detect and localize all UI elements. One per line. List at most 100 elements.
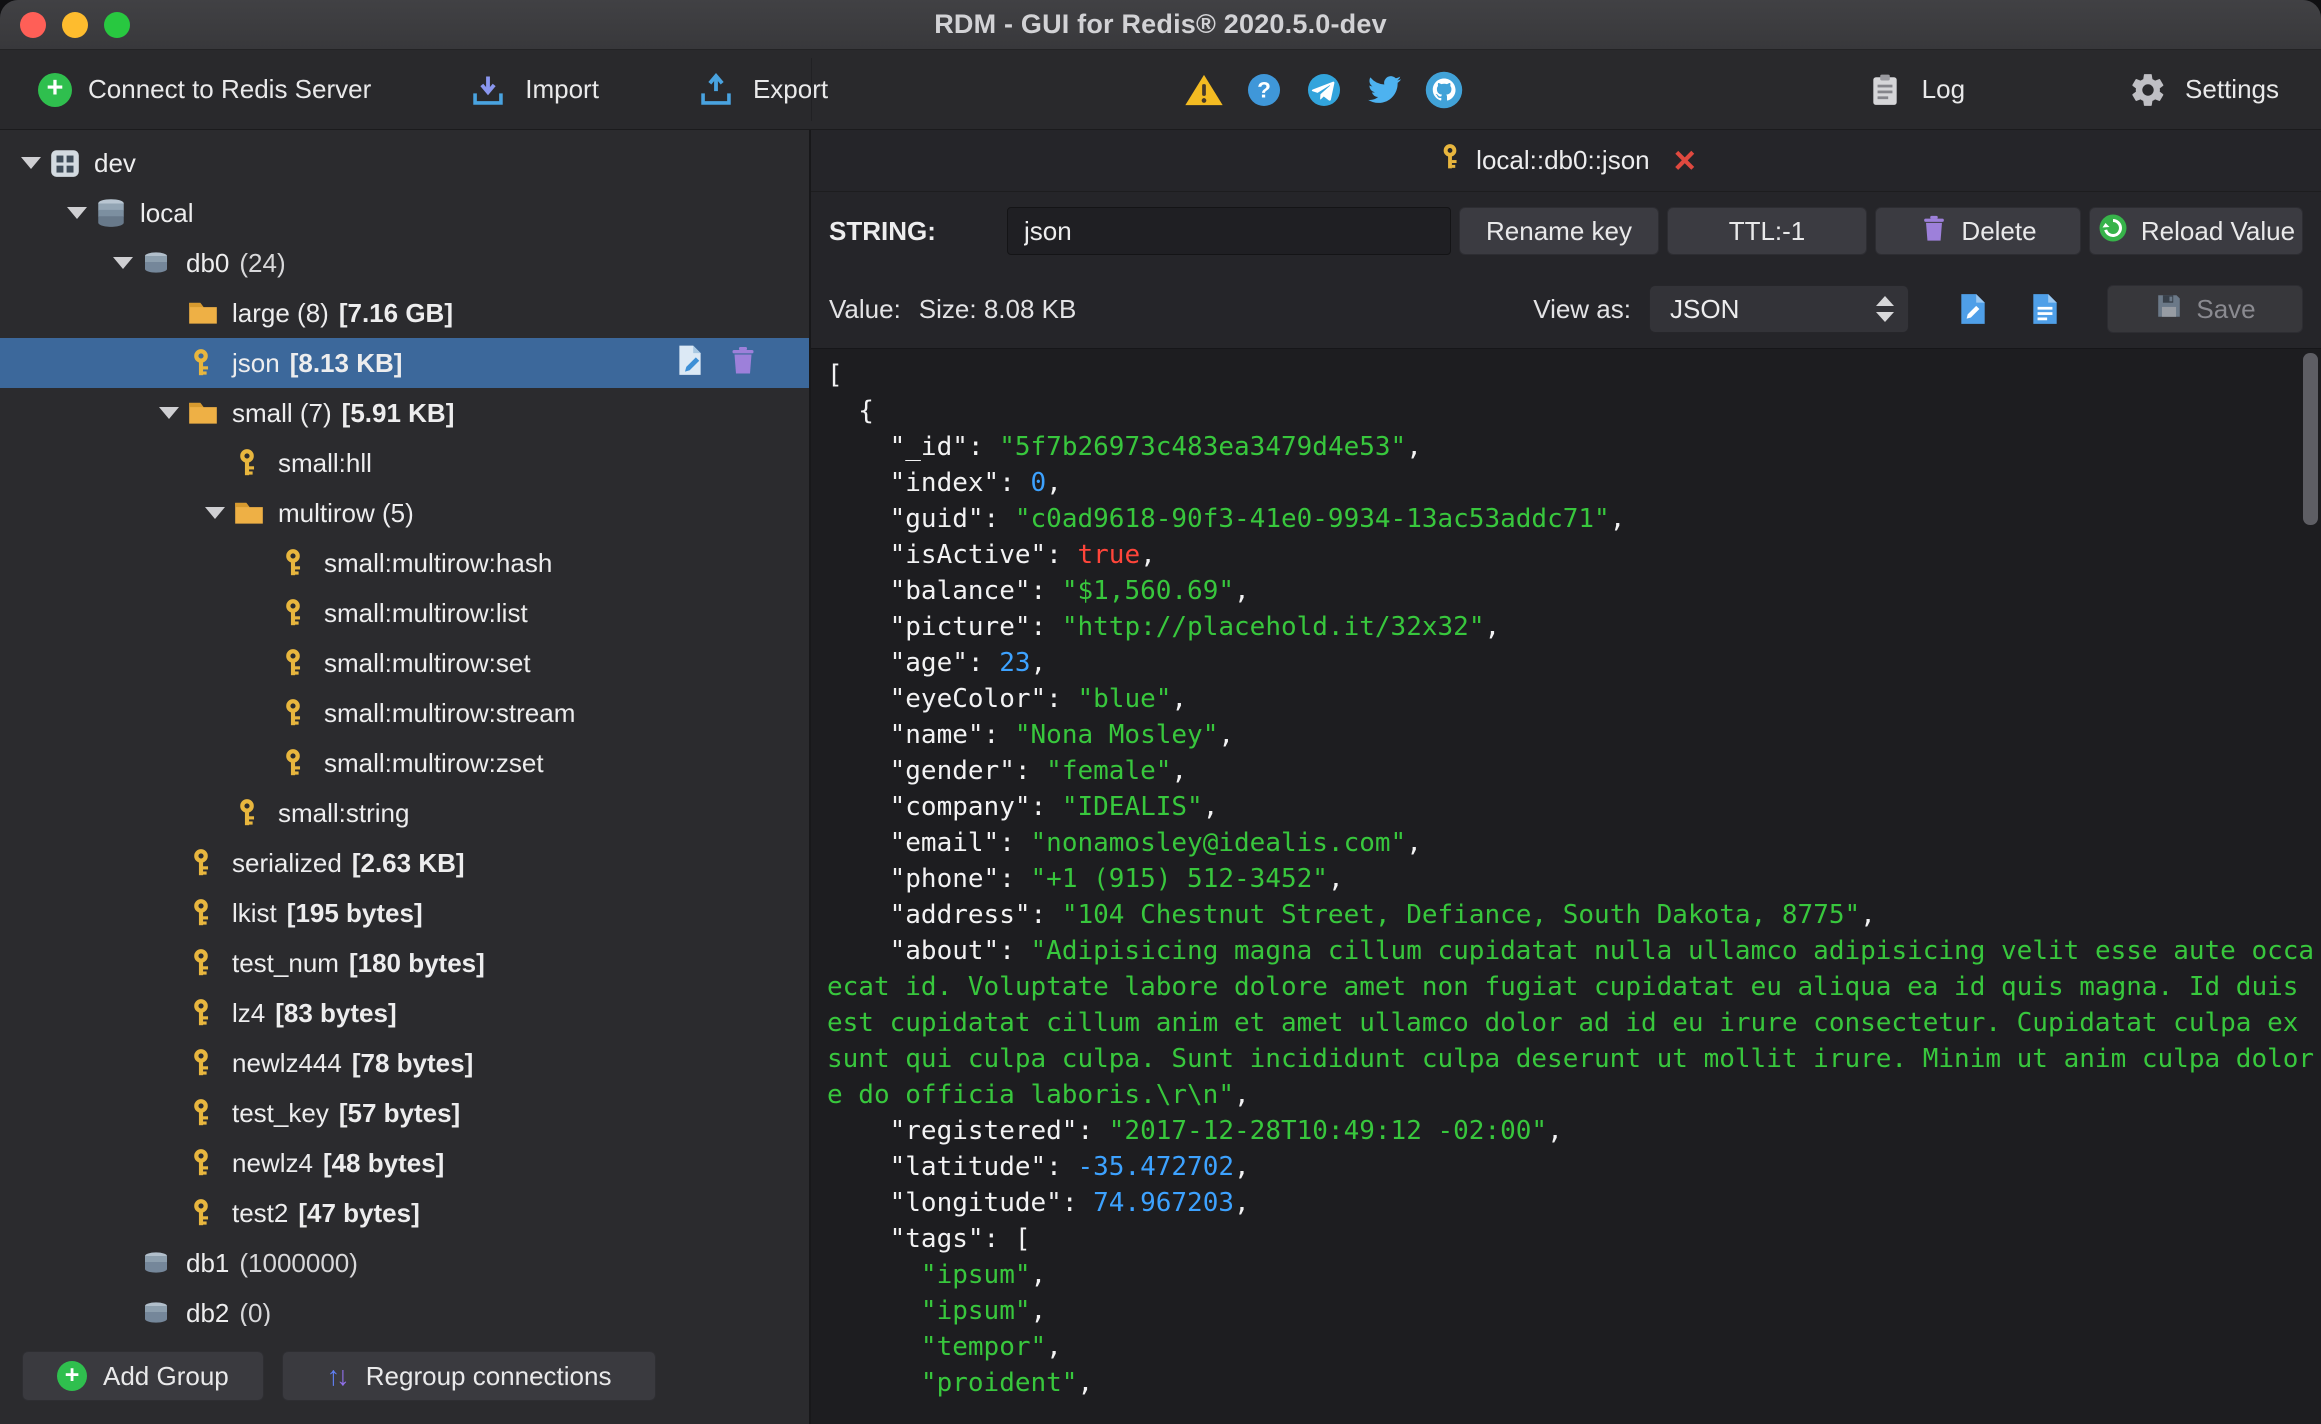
add-group-button[interactable]: + Add Group	[22, 1351, 264, 1401]
tree-item-db2[interactable]: db2 (0)	[0, 1288, 809, 1326]
tree-item-small-multirow-zset[interactable]: small:multirow:zset	[0, 738, 809, 788]
view-as-select[interactable]: JSON	[1649, 285, 1909, 333]
key-size: [8.13 KB]	[289, 347, 403, 378]
key-controls-row: STRING: Rename key TTL:-1 Delete Reload …	[811, 192, 2321, 270]
tree-item-lz4[interactable]: lz4 [83 bytes]	[0, 988, 809, 1038]
delete-key-icon[interactable]	[727, 344, 759, 383]
view-as-value: JSON	[1670, 293, 1740, 324]
tree-item-db1[interactable]: db1 (1000000)	[0, 1238, 809, 1288]
regroup-connections-button[interactable]: ↑↓ Regroup connections	[281, 1351, 657, 1401]
key-size: [5.91 KB]	[341, 397, 455, 428]
import-button[interactable]: Import	[467, 69, 599, 111]
view-as-text-icon[interactable]	[2029, 292, 2061, 326]
tree-item-test-key[interactable]: test_key [57 bytes]	[0, 1088, 809, 1138]
key-icon	[232, 448, 274, 478]
json-line: "registered": "2017-12-28T10:49:12 -02:0…	[889, 1116, 1563, 1146]
tab-local-db0-json[interactable]: local::db0::json ×	[1436, 142, 1696, 180]
collapse-arrow-icon[interactable]	[14, 157, 48, 169]
tree-item-local[interactable]: local	[0, 188, 809, 238]
ttl-button[interactable]: TTL:-1	[1667, 207, 1867, 255]
log-label: Log	[1921, 74, 1966, 104]
tree-item-test2[interactable]: test2 [47 bytes]	[0, 1188, 809, 1238]
ttl-label: TTL:-1	[1728, 215, 1806, 246]
tree-item-label: large (8)	[232, 297, 329, 328]
twitter-icon[interactable]	[1363, 69, 1405, 111]
connections-sidebar: dev local db0 (24) large (8) [7.16 GB] json [8.…	[0, 130, 811, 1424]
key-icon	[232, 798, 274, 828]
collapse-arrow-icon[interactable]	[60, 207, 94, 219]
json-line: "age": 23,	[889, 648, 1047, 678]
value-size: Size: 8.08 KB	[918, 293, 1077, 324]
warning-icon[interactable]	[1183, 69, 1225, 111]
json-line: "email": "nonamosley@idealis.com",	[889, 828, 1422, 858]
edit-key-icon[interactable]	[673, 343, 707, 384]
connect-label: Connect to Redis Server	[88, 74, 372, 104]
export-button[interactable]: Export	[695, 69, 828, 111]
scrollbar-thumb[interactable]	[2303, 353, 2318, 525]
key-icon	[278, 698, 320, 728]
tree-item-test-num[interactable]: test_num [180 bytes]	[0, 938, 809, 988]
github-icon[interactable]	[1423, 69, 1465, 111]
import-label: Import	[525, 74, 599, 104]
tree-item-small-multirow-hash[interactable]: small:multirow:hash	[0, 538, 809, 588]
key-icon	[186, 1048, 228, 1078]
json-line: "tags": [	[889, 1224, 1031, 1254]
tree-item-small-string[interactable]: small:string	[0, 788, 809, 838]
floppy-icon	[2154, 291, 2184, 328]
tree-item-small-hll[interactable]: small:hll	[0, 438, 809, 488]
tree-item-dev[interactable]: dev	[0, 138, 809, 188]
key-count: (0)	[239, 1297, 272, 1327]
window-title: RDM - GUI for Redis® 2020.5.0-dev	[934, 9, 1387, 39]
log-button[interactable]: Log	[1864, 69, 1965, 111]
connect-to-redis-server-button[interactable]: + Connect to Redis Server	[38, 72, 372, 107]
host-icon	[94, 196, 136, 230]
json-line: "guid": "c0ad9618-90f3-41e0-9934-13ac53a…	[889, 504, 1626, 534]
key-size: [78 bytes]	[351, 1047, 474, 1078]
tree-item-serialized[interactable]: serialized [2.63 KB]	[0, 838, 809, 888]
save-button[interactable]: Save	[2107, 285, 2303, 333]
tree-item-newlz4[interactable]: newlz4 [48 bytes]	[0, 1138, 809, 1188]
connections-tree: dev local db0 (24) large (8) [7.16 GB] json [8.…	[0, 130, 809, 1326]
collapse-arrow-icon[interactable]	[106, 257, 140, 269]
settings-button[interactable]: Settings	[2127, 69, 2279, 111]
tree-item-newlz444[interactable]: newlz444 [78 bytes]	[0, 1038, 809, 1088]
edit-in-editor-icon[interactable]	[1957, 292, 1989, 326]
tree-item-lkist[interactable]: lkist [195 bytes]	[0, 888, 809, 938]
key-icon	[186, 898, 228, 928]
reload-value-button[interactable]: Reload Value	[2089, 207, 2303, 255]
zoom-window-button[interactable]	[104, 11, 130, 38]
tree-item-multirow-5[interactable]: multirow (5)	[0, 488, 809, 538]
json-line: "address": "104 Chestnut Street, Defianc…	[889, 900, 1876, 930]
reload-icon	[2097, 212, 2129, 251]
tree-item-small-multirow-stream[interactable]: small:multirow:stream	[0, 688, 809, 738]
tree-item-small-multirow-list[interactable]: small:multirow:list	[0, 588, 809, 638]
json-line: "ipsum",	[920, 1296, 1047, 1326]
tab-close-icon[interactable]: ×	[1674, 142, 1696, 180]
json-line: "isActive": true,	[889, 540, 1156, 570]
key-type-label: STRING:	[829, 215, 936, 246]
key-icon	[1436, 143, 1464, 178]
rename-key-button[interactable]: Rename key	[1459, 207, 1659, 255]
trash-icon	[1919, 213, 1949, 250]
help-icon[interactable]: ?	[1243, 69, 1285, 111]
collapse-arrow-icon[interactable]	[152, 407, 186, 419]
telegram-icon[interactable]	[1303, 69, 1345, 111]
close-window-button[interactable]	[20, 11, 46, 38]
vertical-scrollbar[interactable]	[2303, 353, 2318, 1420]
collapse-arrow-icon[interactable]	[198, 507, 232, 519]
title-bar: RDM - GUI for Redis® 2020.5.0-dev	[0, 0, 2321, 50]
regroup-label: Regroup connections	[365, 1360, 612, 1391]
json-value-viewer[interactable]: [ { "_id": "5f7b26973c483ea3479d4e53", "…	[811, 348, 2321, 1424]
tree-item-small-multirow-set[interactable]: small:multirow:set	[0, 638, 809, 688]
minimize-window-button[interactable]	[62, 11, 88, 38]
content-area: dev local db0 (24) large (8) [7.16 GB] json [8.…	[0, 130, 2321, 1424]
value-view-controls: View as: JSON Save	[1533, 285, 2303, 333]
tree-item-small-7[interactable]: small (7) [5.91 KB]	[0, 388, 809, 438]
delete-key-button[interactable]: Delete	[1875, 207, 2081, 255]
key-size: [48 bytes]	[322, 1147, 445, 1178]
json-line: "index": 0,	[889, 468, 1062, 498]
tree-item-db0[interactable]: db0 (24)	[0, 238, 809, 288]
tree-item-large-8[interactable]: large (8) [7.16 GB]	[0, 288, 809, 338]
tree-item-json[interactable]: json [8.13 KB]	[0, 338, 809, 388]
key-name-input[interactable]	[1007, 207, 1451, 255]
